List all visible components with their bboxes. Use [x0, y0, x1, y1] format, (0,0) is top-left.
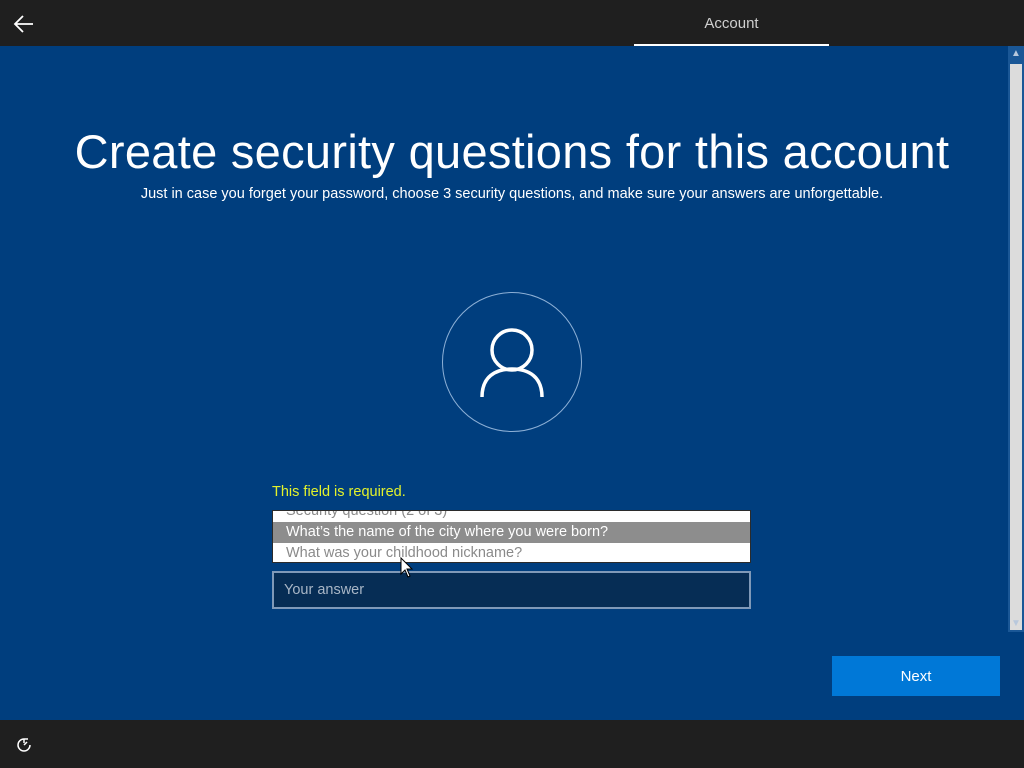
scroll-up-icon[interactable]: ▲	[1008, 46, 1024, 62]
person-icon	[480, 328, 544, 398]
ease-of-access-button[interactable]	[12, 733, 36, 757]
security-question-dropdown[interactable]: Security question (2 of 3) What’s the na…	[272, 510, 751, 563]
validation-error: This field is required.	[272, 484, 406, 500]
page-title: Create security questions for this accou…	[74, 125, 950, 178]
tab-active-indicator	[634, 44, 829, 46]
tab-account[interactable]: Account	[634, 0, 829, 46]
back-button[interactable]	[8, 8, 40, 40]
avatar	[442, 292, 582, 432]
scroll-down-icon[interactable]: ▼	[1008, 616, 1024, 632]
dropdown-option-header[interactable]: Security question (2 of 3)	[273, 511, 750, 522]
dropdown-option-city-born[interactable]: What’s the name of the city where you we…	[273, 522, 750, 543]
answer-input[interactable]	[272, 571, 751, 609]
mouse-pointer-icon	[400, 557, 414, 578]
top-bar: Account	[0, 0, 1024, 46]
bottom-bar	[0, 720, 1024, 768]
dropdown-option-childhood-nickname[interactable]: What was your childhood nickname?	[273, 543, 750, 562]
page-subtitle: Just in case you forget your password, c…	[140, 186, 884, 202]
ease-of-access-icon	[17, 738, 31, 752]
next-button[interactable]: Next	[832, 656, 1000, 696]
tab-account-label: Account	[704, 15, 759, 32]
arrow-left-icon	[13, 15, 33, 33]
